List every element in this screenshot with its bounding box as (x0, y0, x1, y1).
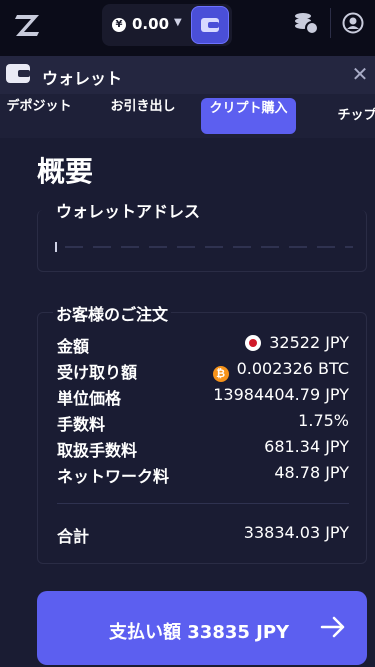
wallet-button[interactable] (191, 6, 229, 44)
row-value: 48.78 JPY (274, 463, 349, 482)
row-label: 単位価格 (57, 389, 122, 408)
order-row-handling-fee: 取扱手数料 681.34 JPY (57, 435, 349, 460)
row-label: 受け取り額 (57, 363, 138, 382)
wallet-icon (6, 64, 30, 83)
row-value: 681.34 JPY (264, 437, 349, 456)
order-row-total: 合計 33834.03 JPY (57, 521, 349, 546)
order-row-receive: 受け取り額 ₿ 0.002326 BTC (57, 357, 349, 382)
wallet-address-input[interactable] (55, 242, 353, 252)
wallet-icon-slot (208, 22, 219, 28)
order-summary-card: お客様のご注文 金額 32522 JPY 受け取り額 ₿ 0.002326 BTC… (37, 301, 367, 564)
pay-button-label: 支払い額 33835 JPY (109, 622, 290, 643)
order-row-unit-price: 単位価格 13984404.79 JPY (57, 383, 349, 408)
top-bar: ¥ 0.00 ▼ (0, 0, 375, 56)
row-label: ネットワーク料 (57, 467, 170, 486)
order-row-amount: 金額 32522 JPY (57, 331, 349, 356)
order-row-fee: 手数料 1.75% (57, 409, 349, 434)
wallet-address-label: ウォレットアドレス (53, 198, 204, 222)
tab-deposit[interactable]: デポジット (4, 98, 74, 134)
row-value: 13984404.79 JPY (213, 385, 349, 404)
row-value: 32522 JPY (245, 333, 349, 352)
overview-title: 概要 (37, 155, 94, 188)
total-value: 33834.03 JPY (243, 523, 349, 542)
pay-button[interactable]: 支払い額 33835 JPY (37, 591, 367, 665)
top-divider (330, 8, 331, 38)
tab-buy-crypto[interactable]: クリプト購入 (201, 98, 296, 134)
total-label: 合計 (57, 527, 90, 546)
order-title: お客様のご注文 (53, 301, 172, 325)
row-label: 取扱手数料 (57, 441, 138, 460)
arrow-right-icon (320, 616, 345, 638)
row-label: 金額 (57, 337, 90, 356)
user-icon[interactable] (342, 12, 364, 34)
bitcoin-icon: ₿ (212, 366, 229, 382)
address-placeholder (65, 246, 353, 248)
tab-tip[interactable]: チップ (322, 98, 375, 134)
order-divider (57, 503, 349, 504)
order-row-network-fee: ネットワーク料 48.78 JPY (57, 461, 349, 486)
jpy-flag-icon (245, 335, 262, 351)
row-value: ₿ 0.002326 BTC (212, 359, 349, 382)
wallet-tabs: デポジット お引き出し クリプト購入 チップ (0, 94, 375, 138)
logo-icon[interactable] (14, 12, 42, 38)
row-value: 1.75% (298, 411, 349, 430)
tab-withdraw[interactable]: お引き出し (108, 98, 178, 134)
row-label: 手数料 (57, 415, 106, 434)
wallet-address-card: ウォレットアドレス (37, 198, 367, 272)
panel-title: ウォレット (42, 69, 123, 88)
coins-icon[interactable] (292, 10, 320, 36)
balance-selector[interactable]: ¥ 0.00 ▼ (102, 4, 232, 46)
close-icon[interactable]: ✕ (350, 64, 370, 84)
coin-icon: ¥ (112, 18, 126, 32)
wallet-panel-header: ウォレット ✕ (0, 56, 375, 94)
chevron-down-icon: ▼ (174, 17, 182, 28)
balance-value: 0.00 (132, 15, 170, 33)
